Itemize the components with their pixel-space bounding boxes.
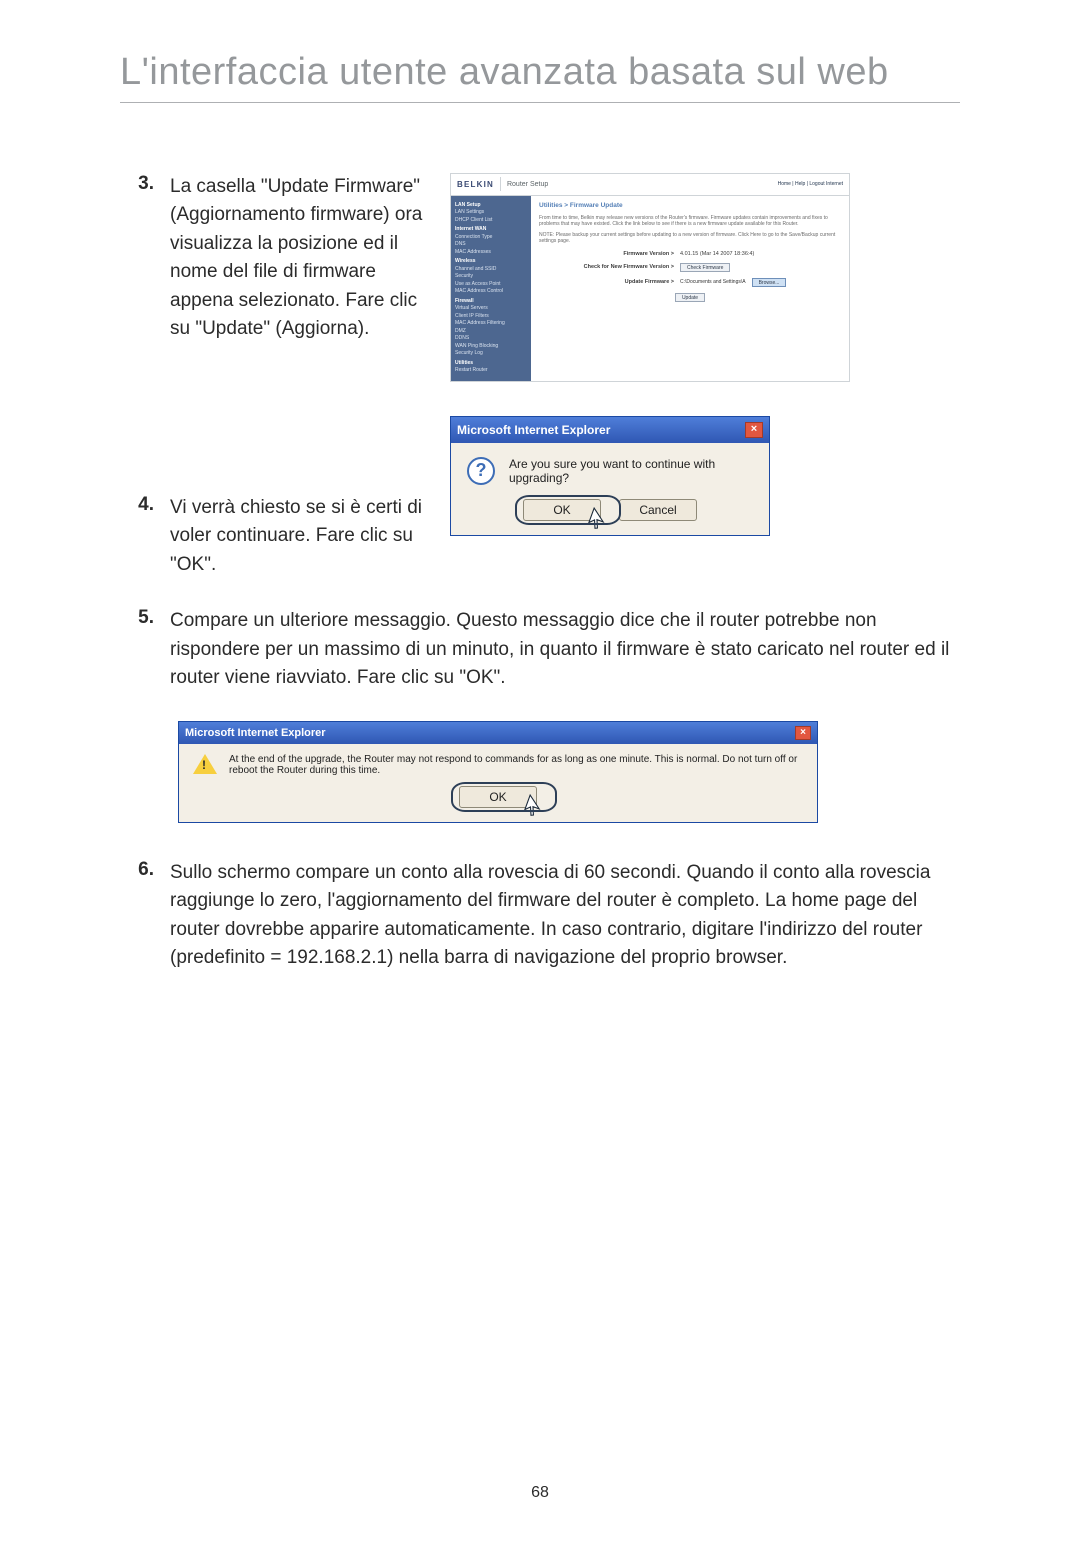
sidebar-item[interactable]: Restart Router [455, 367, 527, 375]
ok-highlight: OK [523, 499, 601, 521]
sidebar-heading: LAN Setup [455, 202, 527, 210]
step-3: 3. La casella "Update Firmware" (Aggiorn… [120, 173, 960, 536]
sidebar-item[interactable]: Security [455, 273, 527, 281]
page-number: 68 [0, 1484, 1080, 1502]
step-text: Sullo schermo compare un conto alla rove… [170, 859, 960, 973]
close-icon[interactable]: × [795, 726, 811, 740]
close-icon[interactable]: × [745, 422, 763, 438]
dialog-title: Microsoft Internet Explorer [457, 423, 610, 437]
label: Update Firmware > [539, 279, 674, 285]
kv-check-firmware: Check for New Firmware Version > Check F… [539, 263, 841, 272]
label: Firmware Version > [539, 251, 674, 257]
top-links[interactable]: Home | Help | Logout Internet [778, 181, 843, 187]
step-text: Vi verrà chiesto se si è certi di voler … [170, 494, 450, 580]
sidebar-item[interactable]: WAN Ping Blocking [455, 343, 527, 351]
dialog-title: Microsoft Internet Explorer [185, 727, 326, 739]
ok-highlight: OK [459, 786, 537, 808]
step-text: Compare un ulteriore messaggio. Questo m… [170, 607, 960, 693]
confirm-dialog: Microsoft Internet Explorer × ? Are you … [450, 416, 770, 536]
sidebar-item[interactable]: MAC Addresses [455, 249, 527, 257]
divider [500, 177, 501, 191]
router-body: LAN Setup LAN Settings DHCP Client List … [451, 196, 849, 381]
sidebar-item[interactable]: Client IP Filters [455, 313, 527, 321]
brand-label: BELKIN [457, 180, 494, 189]
breadcrumb: Utilities > Firmware Update [539, 202, 841, 209]
update-button[interactable]: Update [675, 293, 705, 302]
sidebar-item[interactable]: Connection Type [455, 234, 527, 242]
dialog-titlebar: Microsoft Internet Explorer × [179, 722, 817, 744]
sidebar-item[interactable]: Virtual Servers [455, 305, 527, 313]
sidebar-item[interactable]: MAC Address Control [455, 288, 527, 296]
sidebar-item[interactable]: DHCP Client List [455, 217, 527, 225]
step-number: 3. [120, 173, 170, 195]
check-firmware-button[interactable]: Check Firmware [680, 263, 730, 272]
router-main: Utilities > Firmware Update From time to… [531, 196, 849, 381]
sidebar-item[interactable]: DNS [455, 241, 527, 249]
step-number: 4. [120, 494, 170, 516]
sidebar-item[interactable]: MAC Address Filtering [455, 320, 527, 328]
paragraph: From time to time, Belkin may release ne… [539, 215, 841, 228]
page: L'interfaccia utente avanzata basata sul… [0, 0, 1080, 1542]
firmware-path: C:\Documents and Settings\A [680, 279, 746, 285]
page-title: L'interfaccia utente avanzata basata sul… [120, 50, 960, 103]
kv-firmware-version: Firmware Version > 4.01.15 (Mar 14 2007 … [539, 251, 841, 257]
step-text: La casella "Update Firmware" (Aggiorname… [170, 173, 450, 344]
sidebar-item[interactable]: DMZ [455, 328, 527, 336]
sidebar-item[interactable]: DDNS [455, 335, 527, 343]
paragraph: NOTE: Please backup your current setting… [539, 232, 841, 245]
sidebar-heading: Internet WAN [455, 226, 527, 234]
step-6: 6. Sullo schermo compare un conto alla r… [120, 859, 960, 973]
sidebar-heading: Firewall [455, 298, 527, 306]
dialog-buttons: OK [179, 780, 817, 822]
dialog-message: Are you sure you want to continue with u… [509, 457, 753, 485]
warning-icon: ! [193, 754, 217, 774]
kv-update-firmware: Update Firmware > C:\Documents and Setti… [539, 278, 841, 287]
dialog-buttons: OK Cancel [451, 493, 769, 535]
label: Check for New Firmware Version > [539, 264, 674, 270]
step-number: 6. [120, 859, 170, 881]
section-title: Router Setup [507, 181, 548, 188]
step-5: 5. Compare un ulteriore messaggio. Quest… [120, 607, 960, 693]
sidebar-item[interactable]: Security Log [455, 350, 527, 358]
step-illustration: BELKIN Router Setup Home | Help | Logout… [450, 173, 960, 536]
browse-button[interactable]: Browse... [752, 278, 787, 287]
sidebar-heading: Utilities [455, 360, 527, 368]
router-sidebar: LAN Setup LAN Settings DHCP Client List … [451, 196, 531, 381]
cancel-button[interactable]: Cancel [619, 499, 697, 521]
warning-dialog: Microsoft Internet Explorer × ! At the e… [178, 721, 818, 823]
sidebar-item[interactable]: LAN Settings [455, 209, 527, 217]
router-admin-screenshot: BELKIN Router Setup Home | Help | Logout… [450, 173, 850, 382]
dialog-titlebar: Microsoft Internet Explorer × [451, 417, 769, 443]
value: 4.01.15 (Mar 14 2007 18:36:4) [680, 251, 754, 257]
sidebar-item[interactable]: Channel and SSID [455, 266, 527, 274]
question-icon: ? [467, 457, 495, 485]
router-top-bar: BELKIN Router Setup Home | Help | Logout… [451, 174, 849, 196]
dialog-message: At the end of the upgrade, the Router ma… [229, 754, 803, 776]
sidebar-heading: Wireless [455, 258, 527, 266]
update-button-wrap: Update [539, 293, 841, 302]
step-number: 5. [120, 607, 170, 629]
sidebar-item[interactable]: Use as Access Point [455, 281, 527, 289]
